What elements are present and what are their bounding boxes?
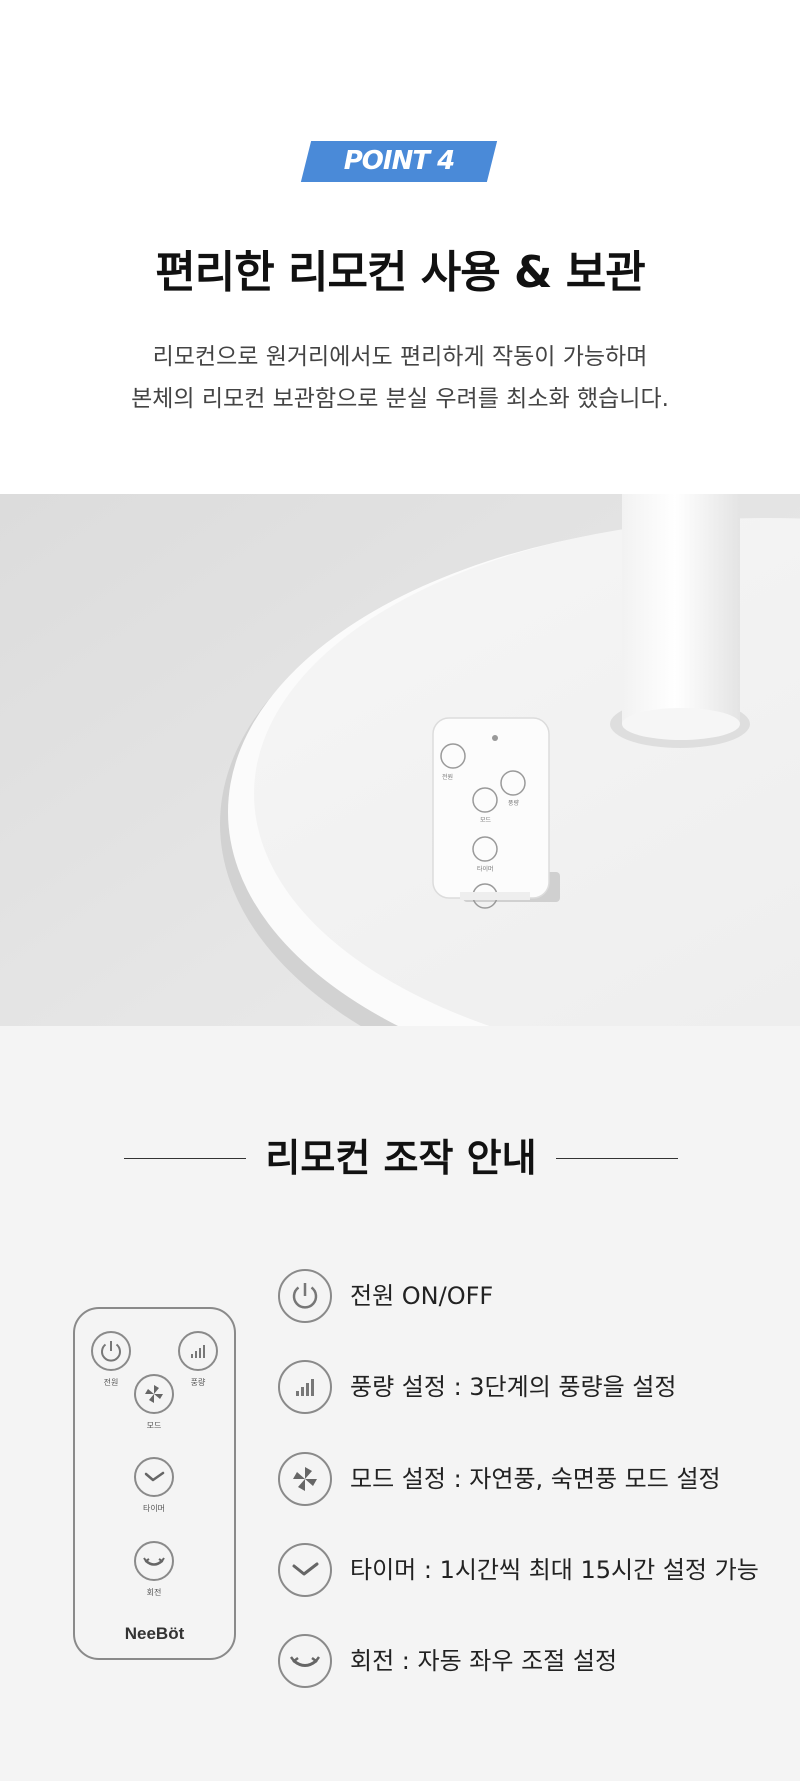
description-line: 리모컨으로 원거리에서도 편리하게 작동이 가능하며 — [152, 344, 648, 370]
guide-item-timer: 타이머 : 1시간씩 최대 15시간 설정 가능 — [278, 1543, 778, 1599]
fan-mode-icon — [278, 1452, 332, 1506]
rotate-icon — [134, 1541, 174, 1581]
guide-item-text: 모드 설정 : 자연풍, 숙면풍 모드 설정 — [350, 1465, 721, 1493]
product-detail-page: POINT 4 편리한 리모컨 사용 & 보관 리모컨으로 원거리에서도 편리하… — [0, 0, 800, 1781]
product-photo: 전원 풍량 모드 타이머 — [0, 494, 800, 1026]
description-line: 본체의 리모컨 보관함으로 분실 우려를 최소화 했습니다. — [131, 386, 669, 412]
wind-level-icon — [278, 1360, 332, 1414]
fan-mode-icon — [134, 1374, 174, 1414]
remote-button-label: 모드 — [146, 1421, 162, 1430]
remote-button-label: 풍량 — [190, 1378, 206, 1387]
point-section: POINT 4 편리한 리모컨 사용 & 보관 리모컨으로 원거리에서도 편리하… — [0, 0, 800, 494]
rotate-icon — [278, 1634, 332, 1688]
guide-item-text: 타이머 : 1시간씩 최대 15시간 설정 가능 — [350, 1556, 759, 1584]
title-divider — [556, 1158, 678, 1159]
timer-icon — [278, 1543, 332, 1597]
power-icon — [91, 1331, 131, 1371]
timer-icon — [134, 1457, 174, 1497]
power-icon — [278, 1269, 332, 1323]
guide-item-text: 회전 : 자동 좌우 조절 설정 — [350, 1647, 618, 1675]
guide-item-rotate: 회전 : 자동 좌우 조절 설정 — [278, 1634, 778, 1690]
photo-remote-label: 전원 — [442, 774, 454, 781]
guide-item-mode: 모드 설정 : 자연풍, 숙면풍 모드 설정 — [278, 1452, 778, 1508]
remote-illustration: 전원 풍량 모드 타이머 회전 NeeBöt — [73, 1307, 236, 1660]
remote-guide-section: 리모컨 조작 안내 전원 풍량 모드 타이머 회전 NeeBöt 전원 ON/O… — [0, 1026, 800, 1781]
wind-level-icon — [178, 1331, 218, 1371]
brand-logo: NeeBöt — [124, 1624, 185, 1643]
guide-title: 리모컨 조작 안내 — [265, 1136, 537, 1180]
remote-button-label: 타이머 — [142, 1504, 166, 1513]
point-badge: POINT 4 — [343, 146, 455, 176]
photo-remote-label: 모드 — [480, 817, 492, 824]
guide-item-text: 전원 ON/OFF — [350, 1282, 494, 1310]
section-title: 편리한 리모컨 사용 & 보관 — [155, 247, 645, 298]
guide-item-wind-level: 풍량 설정 : 3단계의 풍량을 설정 — [278, 1360, 778, 1416]
remote-button-label: 전원 — [103, 1378, 119, 1387]
photo-remote-label: 풍량 — [508, 800, 520, 807]
section-description: 리모컨으로 원거리에서도 편리하게 작동이 가능하며 본체의 리모컨 보관함으로… — [0, 336, 800, 420]
photo-remote-label: 타이머 — [477, 866, 494, 873]
guide-item-text: 풍량 설정 : 3단계의 풍량을 설정 — [350, 1373, 677, 1401]
remote-button-label: 회전 — [146, 1588, 162, 1597]
guide-item-power: 전원 ON/OFF — [278, 1269, 778, 1325]
title-divider — [124, 1158, 246, 1159]
